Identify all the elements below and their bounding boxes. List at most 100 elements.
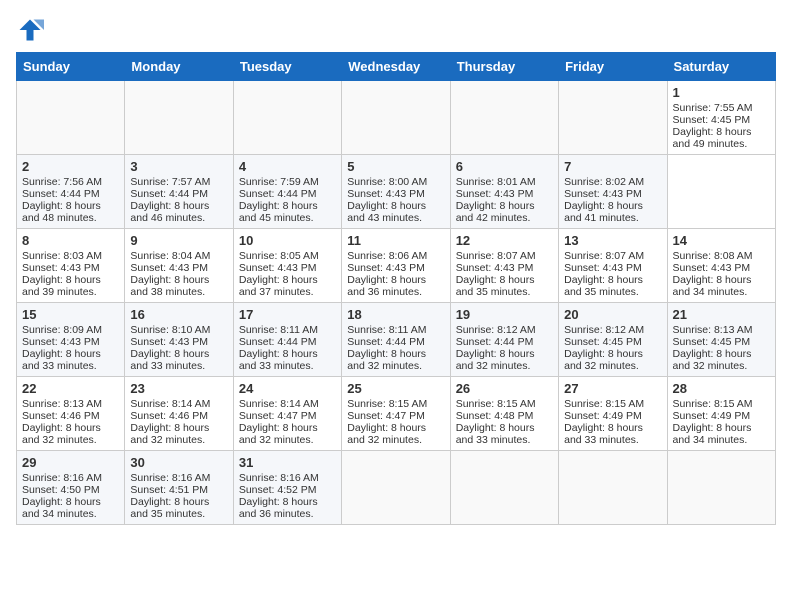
sunrise-text: Sunrise: 8:10 AM	[130, 324, 210, 336]
calendar-cell: 26 Sunrise: 8:15 AM Sunset: 4:48 PM Dayl…	[450, 377, 558, 451]
sunrise-text: Sunrise: 8:04 AM	[130, 250, 210, 262]
daylight-text: Daylight: 8 hours and 34 minutes.	[22, 496, 101, 520]
day-header-tuesday: Tuesday	[233, 53, 341, 81]
sunrise-text: Sunrise: 8:15 AM	[456, 398, 536, 410]
daylight-text: Daylight: 8 hours and 33 minutes.	[22, 348, 101, 372]
sunrise-text: Sunrise: 8:12 AM	[456, 324, 536, 336]
calendar-cell: 17 Sunrise: 8:11 AM Sunset: 4:44 PM Dayl…	[233, 303, 341, 377]
sunset-text: Sunset: 4:45 PM	[673, 114, 751, 126]
calendar-cell-empty	[667, 451, 775, 525]
sunset-text: Sunset: 4:44 PM	[239, 336, 317, 348]
day-number: 20	[564, 307, 661, 322]
calendar-cell-empty	[125, 81, 233, 155]
daylight-text: Daylight: 8 hours and 32 minutes.	[673, 348, 752, 372]
day-number: 25	[347, 381, 444, 396]
day-number: 6	[456, 159, 553, 174]
day-number: 19	[456, 307, 553, 322]
daylight-text: Daylight: 8 hours and 49 minutes.	[673, 126, 752, 150]
sunset-text: Sunset: 4:43 PM	[456, 188, 534, 200]
calendar-cell: 7 Sunrise: 8:02 AM Sunset: 4:43 PM Dayli…	[559, 155, 667, 229]
sunset-text: Sunset: 4:43 PM	[22, 262, 100, 274]
day-number: 31	[239, 455, 336, 470]
sunset-text: Sunset: 4:51 PM	[130, 484, 208, 496]
calendar-cell: 18 Sunrise: 8:11 AM Sunset: 4:44 PM Dayl…	[342, 303, 450, 377]
day-number: 24	[239, 381, 336, 396]
sunset-text: Sunset: 4:43 PM	[130, 262, 208, 274]
sunrise-text: Sunrise: 8:11 AM	[347, 324, 426, 336]
daylight-text: Daylight: 8 hours and 37 minutes.	[239, 274, 318, 298]
sunset-text: Sunset: 4:43 PM	[130, 336, 208, 348]
sunrise-text: Sunrise: 8:15 AM	[673, 398, 753, 410]
day-number: 13	[564, 233, 661, 248]
sunrise-text: Sunrise: 8:03 AM	[22, 250, 102, 262]
day-number: 15	[22, 307, 119, 322]
calendar-table: SundayMondayTuesdayWednesdayThursdayFrid…	[16, 52, 776, 525]
calendar-cell: 23 Sunrise: 8:14 AM Sunset: 4:46 PM Dayl…	[125, 377, 233, 451]
calendar-week-row: 22 Sunrise: 8:13 AM Sunset: 4:46 PM Dayl…	[17, 377, 776, 451]
daylight-text: Daylight: 8 hours and 33 minutes.	[456, 422, 535, 446]
calendar-body: 1 Sunrise: 7:55 AM Sunset: 4:45 PM Dayli…	[17, 81, 776, 525]
sunrise-text: Sunrise: 8:12 AM	[564, 324, 644, 336]
calendar-cell: 24 Sunrise: 8:14 AM Sunset: 4:47 PM Dayl…	[233, 377, 341, 451]
sunrise-text: Sunrise: 8:06 AM	[347, 250, 427, 262]
calendar-cell: 12 Sunrise: 8:07 AM Sunset: 4:43 PM Dayl…	[450, 229, 558, 303]
calendar-cell: 29 Sunrise: 8:16 AM Sunset: 4:50 PM Dayl…	[17, 451, 125, 525]
sunrise-text: Sunrise: 7:56 AM	[22, 176, 102, 188]
calendar-week-row: 29 Sunrise: 8:16 AM Sunset: 4:50 PM Dayl…	[17, 451, 776, 525]
daylight-text: Daylight: 8 hours and 32 minutes.	[22, 422, 101, 446]
sunrise-text: Sunrise: 8:13 AM	[673, 324, 753, 336]
sunrise-text: Sunrise: 8:15 AM	[564, 398, 644, 410]
sunset-text: Sunset: 4:43 PM	[347, 262, 425, 274]
day-number: 8	[22, 233, 119, 248]
daylight-text: Daylight: 8 hours and 33 minutes.	[564, 422, 643, 446]
sunset-text: Sunset: 4:43 PM	[239, 262, 317, 274]
sunset-text: Sunset: 4:49 PM	[564, 410, 642, 422]
calendar-cell: 22 Sunrise: 8:13 AM Sunset: 4:46 PM Dayl…	[17, 377, 125, 451]
daylight-text: Daylight: 8 hours and 35 minutes.	[564, 274, 643, 298]
daylight-text: Daylight: 8 hours and 32 minutes.	[347, 422, 426, 446]
calendar-cell: 3 Sunrise: 7:57 AM Sunset: 4:44 PM Dayli…	[125, 155, 233, 229]
daylight-text: Daylight: 8 hours and 45 minutes.	[239, 200, 318, 224]
day-number: 16	[130, 307, 227, 322]
daylight-text: Daylight: 8 hours and 42 minutes.	[456, 200, 535, 224]
calendar-cell: 30 Sunrise: 8:16 AM Sunset: 4:51 PM Dayl…	[125, 451, 233, 525]
daylight-text: Daylight: 8 hours and 36 minutes.	[239, 496, 318, 520]
sunset-text: Sunset: 4:50 PM	[22, 484, 100, 496]
sunset-text: Sunset: 4:43 PM	[347, 188, 425, 200]
sunrise-text: Sunrise: 8:13 AM	[22, 398, 102, 410]
sunrise-text: Sunrise: 7:59 AM	[239, 176, 319, 188]
daylight-text: Daylight: 8 hours and 35 minutes.	[130, 496, 209, 520]
daylight-text: Daylight: 8 hours and 48 minutes.	[22, 200, 101, 224]
daylight-text: Daylight: 8 hours and 32 minutes.	[239, 422, 318, 446]
calendar-header-row: SundayMondayTuesdayWednesdayThursdayFrid…	[17, 53, 776, 81]
sunset-text: Sunset: 4:43 PM	[564, 262, 642, 274]
calendar-cell: 4 Sunrise: 7:59 AM Sunset: 4:44 PM Dayli…	[233, 155, 341, 229]
sunset-text: Sunset: 4:43 PM	[22, 336, 100, 348]
day-number: 18	[347, 307, 444, 322]
day-number: 9	[130, 233, 227, 248]
sunrise-text: Sunrise: 8:16 AM	[22, 472, 102, 484]
sunset-text: Sunset: 4:48 PM	[456, 410, 534, 422]
calendar-cell-empty	[559, 451, 667, 525]
sunrise-text: Sunrise: 7:57 AM	[130, 176, 210, 188]
sunrise-text: Sunrise: 8:00 AM	[347, 176, 427, 188]
sunset-text: Sunset: 4:46 PM	[130, 410, 208, 422]
day-header-sunday: Sunday	[17, 53, 125, 81]
calendar-cell: 9 Sunrise: 8:04 AM Sunset: 4:43 PM Dayli…	[125, 229, 233, 303]
sunset-text: Sunset: 4:52 PM	[239, 484, 317, 496]
sunrise-text: Sunrise: 8:14 AM	[130, 398, 210, 410]
sunrise-text: Sunrise: 8:14 AM	[239, 398, 319, 410]
calendar-week-row: 1 Sunrise: 7:55 AM Sunset: 4:45 PM Dayli…	[17, 81, 776, 155]
daylight-text: Daylight: 8 hours and 46 minutes.	[130, 200, 209, 224]
day-number: 10	[239, 233, 336, 248]
calendar-cell-empty	[342, 451, 450, 525]
day-number: 28	[673, 381, 770, 396]
daylight-text: Daylight: 8 hours and 33 minutes.	[130, 348, 209, 372]
sunset-text: Sunset: 4:44 PM	[347, 336, 425, 348]
sunset-text: Sunset: 4:44 PM	[456, 336, 534, 348]
calendar-cell-empty	[559, 81, 667, 155]
calendar-cell: 19 Sunrise: 8:12 AM Sunset: 4:44 PM Dayl…	[450, 303, 558, 377]
calendar-cell-empty	[450, 81, 558, 155]
day-number: 29	[22, 455, 119, 470]
daylight-text: Daylight: 8 hours and 32 minutes.	[456, 348, 535, 372]
